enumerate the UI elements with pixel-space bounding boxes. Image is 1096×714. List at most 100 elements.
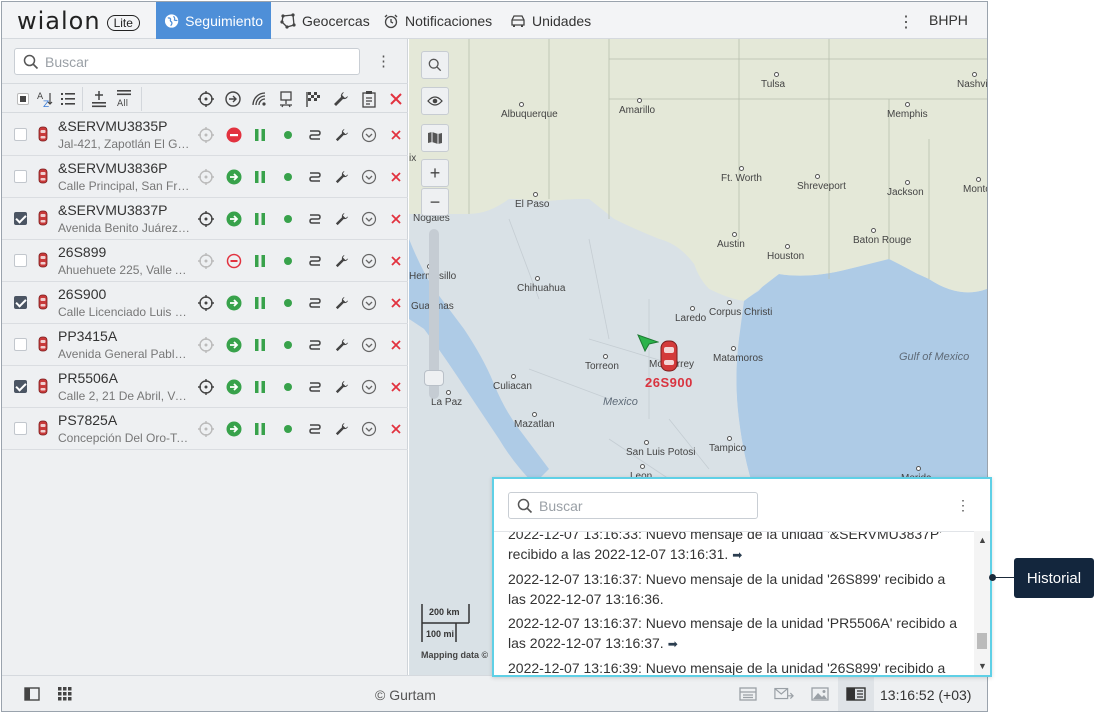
route-icon[interactable] xyxy=(306,420,324,438)
connection-state-column-icon[interactable] xyxy=(249,89,269,109)
unit-name[interactable]: 26S899 xyxy=(58,244,106,260)
wrench-icon[interactable] xyxy=(333,294,351,312)
wrench-icon[interactable] xyxy=(333,336,351,354)
remove-all-icon[interactable] xyxy=(386,89,406,109)
unit-name[interactable]: PS7825A xyxy=(58,412,117,428)
remove-unit-icon[interactable] xyxy=(387,294,405,312)
locate-unit-icon[interactable] xyxy=(197,294,215,312)
unit-name[interactable]: &SERVMU3836P xyxy=(58,160,167,176)
sort-az-icon[interactable]: AZ xyxy=(35,89,55,109)
unit-map-label[interactable]: 26S900 xyxy=(645,375,693,390)
route-icon[interactable] xyxy=(306,378,324,396)
route-icon[interactable] xyxy=(306,210,324,228)
location-column-icon[interactable] xyxy=(196,89,216,109)
history-message[interactable]: 2022-12-07 13:16:37: Nuevo mensaje de la… xyxy=(508,569,958,609)
select-all-checkbox[interactable] xyxy=(13,89,33,109)
route-icon[interactable] xyxy=(306,252,324,270)
route-icon[interactable] xyxy=(306,336,324,354)
unit-car-marker-icon[interactable] xyxy=(659,339,679,373)
remove-unit-icon[interactable] xyxy=(387,336,405,354)
unit-actions-icon[interactable] xyxy=(360,336,378,354)
gallery-icon[interactable] xyxy=(810,684,830,704)
history-search-input[interactable] xyxy=(539,496,749,516)
history-log-icon[interactable] xyxy=(846,684,866,704)
zoom-in-button[interactable]: + xyxy=(421,159,449,187)
go-to-unit-arrow-icon[interactable]: ➡ xyxy=(668,637,678,651)
unit-row[interactable]: PR5506A Calle 2, 21 De Abril, Ver... xyxy=(2,366,408,408)
remove-unit-icon[interactable] xyxy=(387,252,405,270)
list-menu-icon[interactable]: ⋮ xyxy=(376,52,391,70)
unit-name[interactable]: 26S900 xyxy=(58,286,106,302)
unit-row[interactable]: PP3415A Avenida General Pablo ... xyxy=(2,324,408,366)
locate-unit-icon[interactable] xyxy=(197,252,215,270)
history-message[interactable]: 2022-12-07 13:16:37: Nuevo mensaje de la… xyxy=(508,613,958,654)
tab-geocercas[interactable]: Geocercas xyxy=(272,2,378,39)
wrench-icon[interactable] xyxy=(333,420,351,438)
main-menu-icon[interactable]: ⋮ xyxy=(898,12,914,32)
unit-actions-icon[interactable] xyxy=(360,252,378,270)
unit-actions-icon[interactable] xyxy=(360,420,378,438)
history-scrollbar[interactable]: ▲ ▼ xyxy=(974,531,990,675)
unit-row[interactable]: 26S900 Calle Licenciado Luis E... xyxy=(2,282,408,324)
unit-checkbox[interactable] xyxy=(14,128,27,141)
unit-checkbox[interactable] xyxy=(14,254,27,267)
remove-unit-icon[interactable] xyxy=(387,168,405,186)
history-menu-icon[interactable]: ⋮ xyxy=(956,497,970,514)
history-message[interactable]: 2022-12-07 13:16:33: Nuevo mensaje de la… xyxy=(508,532,958,565)
messages-icon[interactable] xyxy=(774,684,794,704)
sensor-column-icon[interactable] xyxy=(276,89,296,109)
wrench-icon[interactable] xyxy=(333,168,351,186)
unit-actions-icon[interactable] xyxy=(360,294,378,312)
toggle-sidebar-icon[interactable] xyxy=(22,684,42,704)
unit-checkbox[interactable] xyxy=(14,296,27,309)
motion-state-column-icon[interactable] xyxy=(223,89,243,109)
list-view-icon[interactable] xyxy=(58,89,78,109)
unit-search-input[interactable] xyxy=(45,52,345,72)
unit-row[interactable]: PS7825A Concepción Del Oro-Te... xyxy=(2,408,408,450)
unit-row[interactable]: &SERVMU3835P Jal-421, Zapotlán El Gr... xyxy=(2,114,408,156)
wialon-logo[interactable]: wialon Lite xyxy=(17,7,140,35)
locate-unit-icon[interactable] xyxy=(197,168,215,186)
unit-checkbox[interactable] xyxy=(14,212,27,225)
unit-checkbox[interactable] xyxy=(14,422,27,435)
unit-row[interactable]: &SERVMU3837P Avenida Benito Juárez ... xyxy=(2,198,408,240)
apps-grid-icon[interactable] xyxy=(55,684,75,704)
unit-actions-icon[interactable] xyxy=(360,378,378,396)
unit-name[interactable]: &SERVMU3837P xyxy=(58,202,167,218)
unit-row[interactable]: &SERVMU3836P Calle Principal, San Fra... xyxy=(2,156,408,198)
route-icon[interactable] xyxy=(306,294,324,312)
wrench-icon[interactable] xyxy=(333,126,351,144)
remove-unit-icon[interactable] xyxy=(387,378,405,396)
map-layers-button[interactable] xyxy=(421,124,449,152)
tab-notificaciones[interactable]: Notificaciones xyxy=(375,2,500,39)
user-menu[interactable]: BHPH xyxy=(929,12,968,28)
history-message[interactable]: 2022-12-07 13:16:39: Nuevo mensaje de la… xyxy=(508,658,958,675)
wrench-icon[interactable] xyxy=(333,252,351,270)
map-visibility-button[interactable] xyxy=(421,87,449,115)
clipboard-column-icon[interactable] xyxy=(359,89,379,109)
unit-checkbox[interactable] xyxy=(14,338,27,351)
scroll-up-icon[interactable]: ▲ xyxy=(978,535,987,545)
scroll-thumb[interactable] xyxy=(977,633,987,649)
unit-checkbox[interactable] xyxy=(14,170,27,183)
scroll-down-icon[interactable]: ▼ xyxy=(978,661,987,671)
unit-actions-icon[interactable] xyxy=(360,210,378,228)
zoom-out-button[interactable]: − xyxy=(421,188,449,216)
locate-unit-icon[interactable] xyxy=(197,336,215,354)
wrench-icon[interactable] xyxy=(333,378,351,396)
add-units-icon[interactable] xyxy=(89,89,109,109)
unit-name[interactable]: PP3415A xyxy=(58,328,117,344)
locate-unit-icon[interactable] xyxy=(197,378,215,396)
unit-actions-icon[interactable] xyxy=(360,168,378,186)
finish-flag-column-icon[interactable] xyxy=(303,89,323,109)
unit-actions-icon[interactable] xyxy=(360,126,378,144)
notifications-window-icon[interactable] xyxy=(738,684,758,704)
remove-unit-icon[interactable] xyxy=(387,126,405,144)
add-all-units-icon[interactable]: All xyxy=(114,89,134,109)
route-icon[interactable] xyxy=(306,168,324,186)
map-search-button[interactable] xyxy=(421,51,449,79)
wrench-icon[interactable] xyxy=(333,210,351,228)
locate-unit-icon[interactable] xyxy=(197,210,215,228)
tab-unidades[interactable]: Unidades xyxy=(502,2,599,39)
route-icon[interactable] xyxy=(306,126,324,144)
